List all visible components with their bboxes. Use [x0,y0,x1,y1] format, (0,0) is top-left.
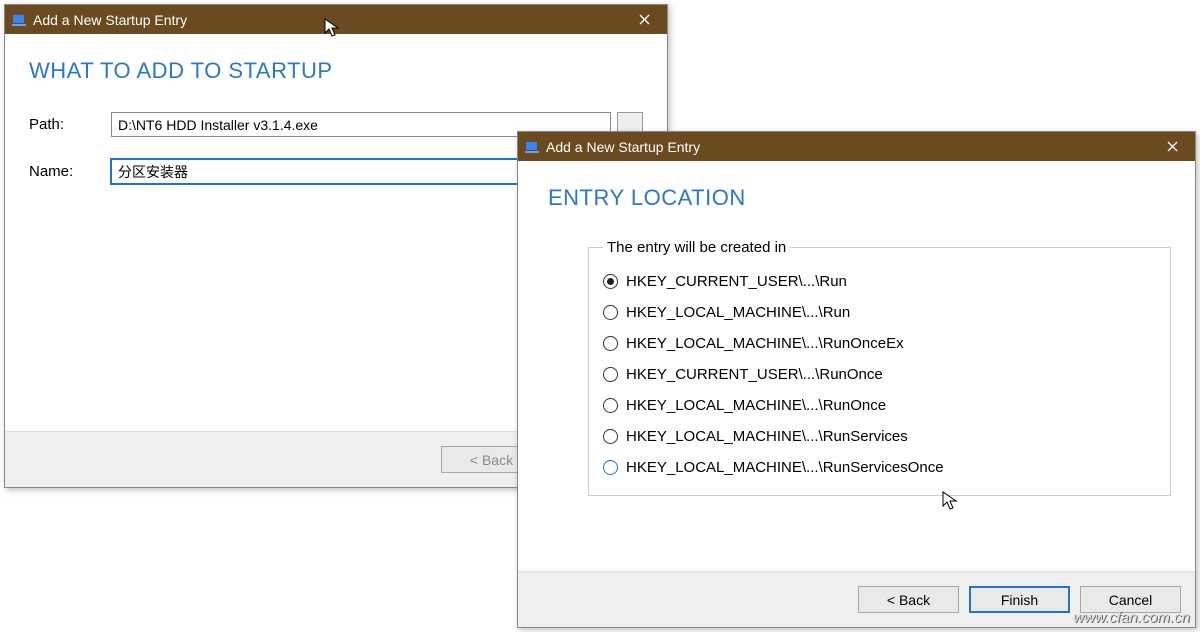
titlebar[interactable]: Add a New Startup Entry [5,5,667,34]
window-title: Add a New Startup Entry [33,12,622,28]
radio-icon[interactable] [603,274,618,289]
dialog-entry-location: Add a New Startup Entry ENTRY LOCATION T… [517,131,1196,628]
name-label: Name: [29,163,111,180]
radio-option[interactable]: HKEY_LOCAL_MACHINE\...\RunOnceEx [603,328,1156,359]
window-title: Add a New Startup Entry [546,139,1150,155]
radio-option[interactable]: HKEY_CURRENT_USER\...\Run [603,266,1156,297]
radio-icon[interactable] [603,398,618,413]
page-heading: WHAT TO ADD TO STARTUP [29,58,643,84]
radio-icon[interactable] [603,336,618,351]
radio-option[interactable]: HKEY_LOCAL_MACHINE\...\RunServices [603,421,1156,452]
close-button[interactable] [1150,132,1195,161]
radio-option[interactable]: HKEY_LOCAL_MACHINE\...\Run [603,297,1156,328]
page-heading: ENTRY LOCATION [548,185,1195,211]
back-button[interactable]: < Back [858,586,959,613]
radio-label: HKEY_LOCAL_MACHINE\...\RunOnce [626,397,886,414]
radio-label: HKEY_LOCAL_MACHINE\...\RunOnceEx [626,335,904,352]
radio-option[interactable]: HKEY_LOCAL_MACHINE\...\RunOnce [603,390,1156,421]
radio-label: HKEY_LOCAL_MACHINE\...\RunServices [626,428,908,445]
group-legend: The entry will be created in [603,239,790,256]
titlebar[interactable]: Add a New Startup Entry [518,132,1195,161]
radio-icon[interactable] [603,460,618,475]
radio-option[interactable]: HKEY_CURRENT_USER\...\RunOnce [603,359,1156,390]
app-icon [11,12,27,28]
radio-label: HKEY_LOCAL_MACHINE\...\RunServicesOnce [626,459,944,476]
close-button[interactable] [622,5,667,34]
radio-label: HKEY_CURRENT_USER\...\RunOnce [626,366,883,383]
radio-label: HKEY_LOCAL_MACHINE\...\Run [626,304,850,321]
app-icon [524,139,540,155]
location-group: The entry will be created in HKEY_CURREN… [588,239,1171,496]
radio-label: HKEY_CURRENT_USER\...\Run [626,273,847,290]
path-label: Path: [29,116,111,133]
radio-icon[interactable] [603,367,618,382]
watermark: www.cfan.com.cn [1073,609,1190,626]
radio-icon[interactable] [603,429,618,444]
radio-icon[interactable] [603,305,618,320]
radio-option[interactable]: HKEY_LOCAL_MACHINE\...\RunServicesOnce [603,452,1156,483]
finish-button[interactable]: Finish [969,586,1070,613]
